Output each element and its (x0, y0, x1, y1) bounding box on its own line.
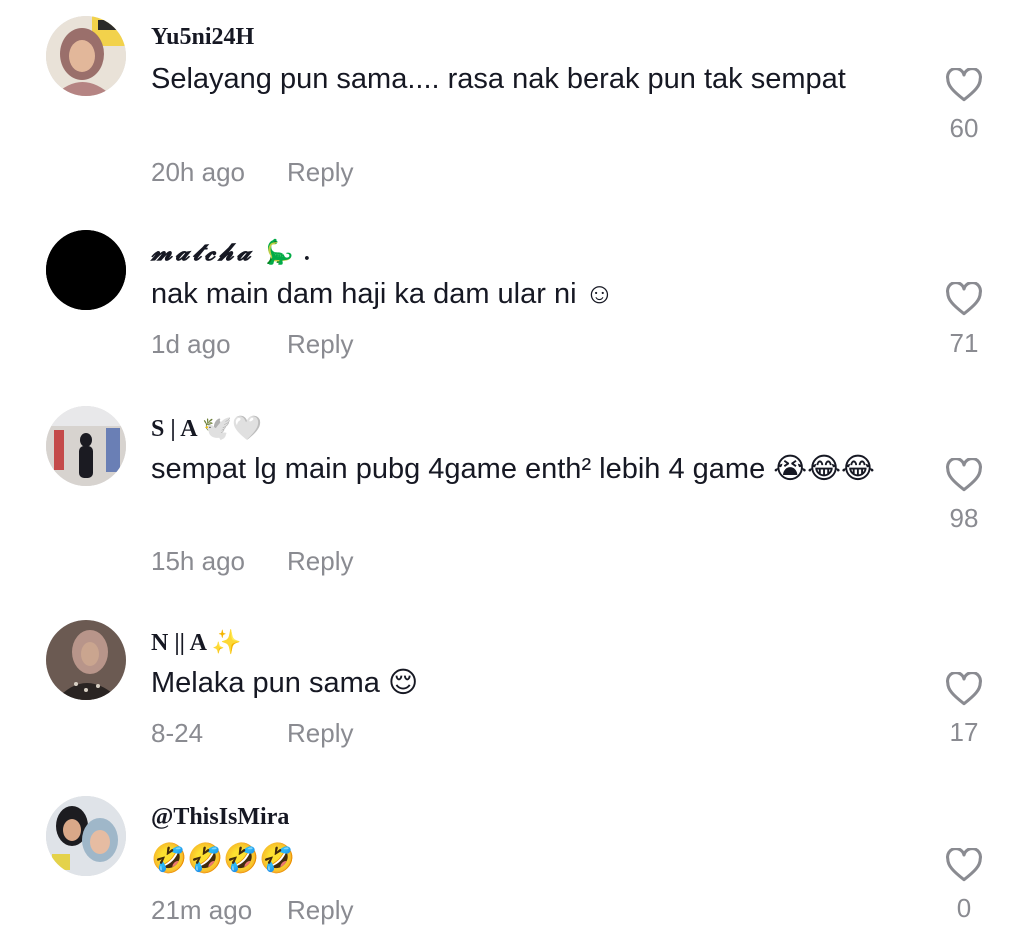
timestamp: 15h ago (151, 546, 245, 576)
timestamp: 1d ago (151, 329, 231, 359)
avatar-image (46, 230, 126, 310)
like-count: 71 (949, 328, 979, 358)
like-count: 0 (956, 893, 972, 923)
like-count: 60 (949, 113, 979, 143)
reply-button[interactable]: Reply (287, 157, 353, 188)
heart-outline-icon[interactable] (945, 458, 983, 492)
avatar-image (46, 796, 126, 876)
heart-outline-icon[interactable] (945, 672, 983, 706)
like-count: 17 (949, 717, 979, 747)
reply-button[interactable]: Reply (287, 718, 353, 749)
avatar-image (46, 620, 126, 700)
avatar[interactable] (46, 230, 126, 310)
heart-outline-icon[interactable] (945, 848, 983, 882)
avatar[interactable] (46, 620, 126, 700)
comment-text: 🤣🤣🤣🤣 (151, 843, 296, 875)
like-count: 98 (949, 503, 979, 533)
comment-text: Selayang pun sama.... rasa nak berak pun… (151, 63, 846, 95)
reply-button[interactable]: Reply (287, 895, 353, 926)
comment-text: Melaka pun sama 😌 (151, 667, 419, 699)
reply-button[interactable]: Reply (287, 546, 353, 577)
heart-outline-icon[interactable] (945, 68, 983, 102)
comment-text: sempat lg main pubg 4game enth² lebih 4 … (151, 453, 875, 485)
username[interactable]: @ThisIsMira (151, 804, 289, 831)
avatar-image (46, 16, 126, 96)
heart-outline-icon[interactable] (945, 282, 983, 316)
timestamp: 20h ago (151, 157, 245, 187)
avatar-image (46, 406, 126, 486)
comment-text: nak main dam haji ka dam ular ni ☺ (151, 278, 615, 310)
avatar[interactable] (46, 796, 126, 876)
avatar[interactable] (46, 406, 126, 486)
username[interactable]: N || A ✨ (151, 628, 241, 657)
timestamp: 8-24 (151, 718, 204, 748)
username[interactable]: 𝓶𝓪𝓽𝓬𝓱𝓪 🦕 . (151, 238, 314, 267)
avatar[interactable] (46, 16, 126, 96)
username[interactable]: S | A 🕊️🤍 (151, 414, 262, 443)
timestamp: 21m ago (151, 895, 253, 925)
username[interactable]: Yu5ni24H (151, 24, 254, 51)
reply-button[interactable]: Reply (287, 329, 353, 360)
